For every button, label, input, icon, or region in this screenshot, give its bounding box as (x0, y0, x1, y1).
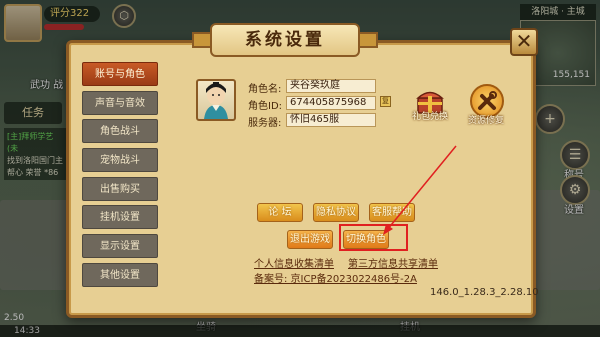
character-portrait-art (204, 82, 228, 119)
role-id-label: 角色ID: (248, 101, 283, 112)
service-help-button[interactable]: 客服帮助 (369, 203, 415, 222)
gift-exchange-label: 礼包兑换 (411, 112, 448, 122)
close-button[interactable]: ✕ (510, 28, 538, 56)
copy-id-button[interactable]: 复 (380, 96, 391, 107)
tab-sell-buy[interactable]: 出售购买 (82, 176, 158, 201)
character-portrait (196, 79, 236, 121)
tab-role-battle[interactable]: 角色战斗 (82, 119, 158, 144)
tab-idle-settings[interactable]: 挂机设置 (82, 205, 158, 230)
settings-tabs: 账号与角色 声音与音效 角色战斗 宠物战斗 出售购买 挂机设置 显示设置 其他设… (82, 62, 158, 292)
third-party-link[interactable]: 第三方信息共享清单 (348, 255, 438, 270)
icp-record-link[interactable]: 备案号: 京ICP备2023022486号-2A (254, 270, 417, 285)
role-id-value: 674405875968 (286, 96, 376, 110)
privacy-button[interactable]: 隐私协议 (313, 203, 359, 222)
server-value: 怀旧465服 (286, 113, 376, 127)
personal-info-link[interactable]: 个人信息收集清单 (254, 255, 334, 270)
tab-other[interactable]: 其他设置 (82, 262, 158, 287)
resource-repair-label: 资源修复 (467, 116, 504, 126)
wrench-icon (478, 91, 497, 110)
forum-button[interactable]: 论 坛 (257, 203, 303, 222)
tab-pet-battle[interactable]: 宠物战斗 (82, 148, 158, 173)
tab-account-role[interactable]: 账号与角色 (82, 62, 158, 86)
dialog-title: 系统设置 (210, 23, 360, 57)
role-name-label: 角色名: (248, 84, 282, 95)
server-label: 服务器: (248, 118, 282, 129)
version-text: 146.0_1.28.3_2.28.10 (430, 287, 539, 298)
annotation-highlight-box (339, 224, 408, 251)
role-name-value: 夹谷癸玖庭 (286, 79, 376, 93)
tab-display[interactable]: 显示设置 (82, 234, 158, 259)
logout-button[interactable]: 退出游戏 (287, 230, 333, 249)
tab-sound[interactable]: 声音与音效 (82, 90, 158, 115)
